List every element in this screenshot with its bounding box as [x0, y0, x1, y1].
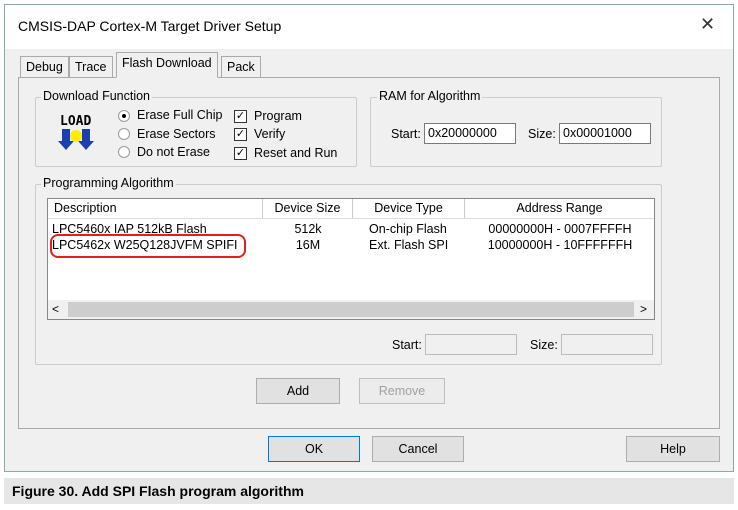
column-address-range[interactable]: Address Range [465, 199, 654, 219]
verify-label: Verify [254, 127, 286, 141]
tab-debug[interactable]: Debug [20, 56, 69, 78]
load-icon: LOAD [58, 112, 96, 152]
algo-size-label: Size: [530, 338, 558, 352]
row-2-address: 10000000H - 10FFFFFFH [487, 238, 633, 252]
algo-start-input[interactable] [425, 334, 517, 355]
help-button[interactable]: Help [626, 436, 720, 462]
cancel-button[interactable]: Cancel [372, 436, 464, 462]
row-2-type: Ext. Flash SPI [369, 238, 449, 252]
remove-button[interactable]: Remove [359, 378, 445, 404]
scroll-right-icon[interactable]: > [640, 302, 647, 316]
add-button[interactable]: Add [256, 378, 340, 404]
close-icon[interactable]: ✕ [700, 14, 715, 35]
horizontal-scrollbar[interactable]: < > [48, 300, 654, 319]
ram-label: RAM for Algorithm [377, 89, 483, 103]
program-label: Program [254, 109, 302, 123]
highlight-annotation [50, 234, 246, 258]
row-1-address: 00000000H - 0007FFFFH [488, 222, 632, 236]
ram-size-input[interactable]: 0x00001000 [559, 123, 651, 144]
tab-pack[interactable]: Pack [221, 56, 261, 78]
row-1-type: On-chip Flash [369, 222, 447, 236]
column-device-size[interactable]: Device Size [263, 199, 353, 219]
figure-caption: Figure 30. Add SPI Flash program algorit… [4, 478, 734, 504]
radio-do-not-erase[interactable] [118, 146, 130, 158]
algo-start-label: Start: [392, 338, 422, 352]
tab-flash-download[interactable]: Flash Download [116, 52, 218, 78]
radio-erase-full-chip[interactable] [118, 110, 130, 122]
column-device-type[interactable]: Device Type [353, 199, 465, 219]
erase-full-chip-label: Erase Full Chip [137, 108, 223, 122]
erase-sectors-label: Erase Sectors [137, 127, 216, 141]
ram-start-label: Start: [391, 127, 421, 141]
row-2-size: 16M [295, 238, 321, 252]
reset-and-run-label: Reset and Run [254, 146, 338, 160]
ram-size-label: Size: [528, 127, 556, 141]
column-description[interactable]: Description [48, 199, 263, 219]
checkbox-verify[interactable]: ✓ [234, 128, 247, 141]
radio-erase-sectors[interactable] [118, 128, 130, 140]
scroll-left-icon[interactable]: < [52, 302, 59, 316]
checkbox-reset-and-run[interactable]: ✓ [234, 147, 247, 160]
window-title: CMSIS-DAP Cortex-M Target Driver Setup [18, 18, 282, 34]
do-not-erase-label: Do not Erase [137, 145, 210, 159]
tab-trace[interactable]: Trace [69, 56, 113, 78]
checkbox-program[interactable]: ✓ [234, 110, 247, 123]
scrollbar-thumb[interactable] [68, 302, 634, 317]
svg-text:LOAD: LOAD [60, 114, 91, 129]
ok-button[interactable]: OK [268, 436, 360, 462]
row-1-size: 512k [294, 222, 322, 236]
algo-size-input[interactable] [561, 334, 653, 355]
ram-start-input[interactable]: 0x20000000 [424, 123, 516, 144]
algorithm-list[interactable]: Description Device Size Device Type Addr… [47, 198, 655, 320]
programming-algorithm-label: Programming Algorithm [41, 176, 176, 190]
download-function-label: Download Function [41, 89, 153, 103]
